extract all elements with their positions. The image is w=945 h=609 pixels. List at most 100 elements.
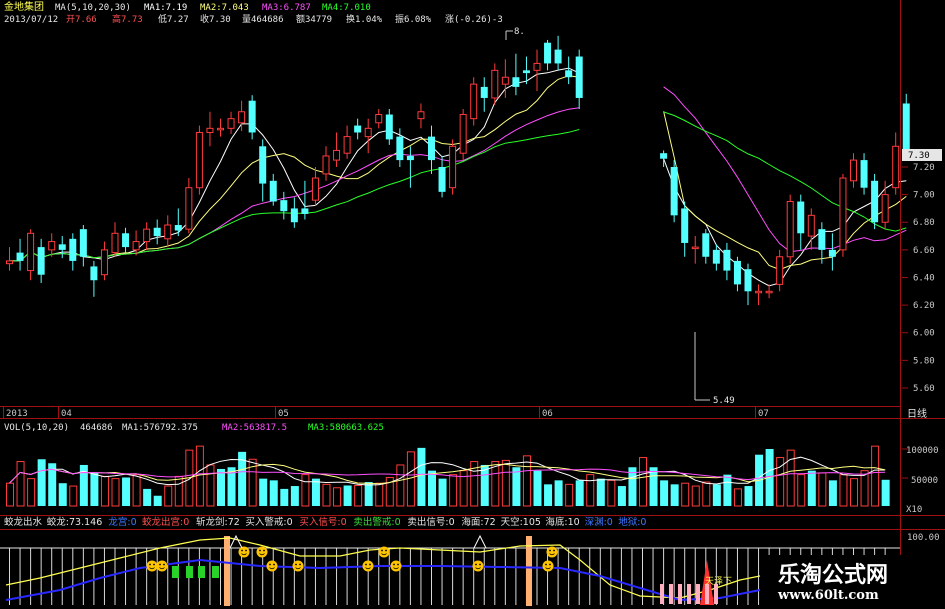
smiley-icon bbox=[362, 560, 374, 572]
volume-bar bbox=[691, 485, 700, 507]
price-axis-label: 7.00 bbox=[913, 191, 935, 201]
vol-ma1: MA1:576792.375 bbox=[122, 423, 198, 433]
smiley-icon bbox=[266, 560, 278, 572]
smiley-icon bbox=[256, 546, 268, 558]
volume-bar bbox=[480, 464, 489, 506]
indicator-header-item: 蛟龙出水 bbox=[4, 516, 43, 528]
max-price-label: 8. bbox=[514, 27, 525, 37]
candle bbox=[343, 125, 351, 159]
candle bbox=[881, 180, 889, 230]
pink-bar bbox=[714, 584, 718, 604]
volume-value: 量464686 bbox=[242, 14, 284, 25]
pink-bar bbox=[687, 584, 691, 604]
ma3-value: MA3:6.787 bbox=[262, 3, 311, 13]
volume-bar bbox=[512, 467, 521, 506]
volume-bar bbox=[586, 474, 595, 507]
candle bbox=[143, 222, 151, 250]
volume-bar bbox=[744, 486, 753, 506]
volume-bar bbox=[660, 480, 669, 506]
volume-bar bbox=[797, 474, 806, 507]
green-block bbox=[212, 566, 219, 578]
volume-bar bbox=[100, 475, 109, 507]
pink-bar bbox=[705, 584, 709, 604]
volume-bar bbox=[364, 482, 373, 506]
smiley-icon bbox=[146, 560, 158, 572]
indicator-header-item: 斩龙剑:72 bbox=[196, 516, 240, 528]
indicator-header-item: 深渊:0 bbox=[585, 517, 613, 528]
volume-bar bbox=[333, 487, 342, 507]
price-axis-label: 6.60 bbox=[913, 246, 935, 256]
volume-bars bbox=[6, 445, 890, 507]
candle bbox=[670, 160, 678, 223]
candle bbox=[185, 178, 193, 234]
volume-bar bbox=[396, 464, 405, 507]
volume-bar bbox=[860, 470, 869, 507]
candle bbox=[850, 153, 857, 188]
volume-bar bbox=[217, 468, 225, 506]
pink-bar bbox=[660, 584, 664, 604]
candle bbox=[765, 284, 773, 299]
volume-bar bbox=[37, 459, 46, 506]
candle bbox=[259, 139, 267, 202]
volume-bar bbox=[607, 479, 616, 507]
ma-line-5 bbox=[9, 67, 907, 287]
vol-current: 464686 bbox=[80, 423, 113, 433]
candle bbox=[565, 56, 573, 85]
candle bbox=[58, 236, 66, 259]
candle bbox=[122, 227, 130, 253]
orange-column bbox=[224, 536, 230, 606]
candle bbox=[364, 118, 372, 154]
volume-bar bbox=[195, 445, 204, 507]
volume-bar bbox=[438, 478, 447, 506]
candle bbox=[132, 230, 140, 256]
price-axis-label: 6.40 bbox=[913, 273, 935, 283]
candle bbox=[449, 139, 457, 195]
candle bbox=[428, 125, 435, 174]
indicator-header-item: 买入警戒:0 bbox=[245, 516, 292, 528]
volume-bar bbox=[164, 485, 173, 507]
volume-bar bbox=[670, 484, 679, 506]
date-label-05: 05 bbox=[278, 409, 289, 419]
candle bbox=[16, 238, 24, 271]
indicator-header-item: 地狱:0 bbox=[618, 516, 646, 528]
volume-bar bbox=[290, 486, 299, 506]
volume-bar bbox=[132, 474, 141, 507]
candle bbox=[512, 53, 520, 96]
smiley-icon bbox=[542, 560, 554, 572]
volume-bar bbox=[554, 480, 563, 506]
volume-bar bbox=[639, 457, 647, 507]
candle bbox=[406, 146, 414, 188]
vol-ma3: MA3:580663.625 bbox=[308, 423, 384, 433]
candle bbox=[354, 118, 362, 140]
date-label-04: 04 bbox=[61, 409, 72, 419]
candle bbox=[776, 249, 784, 292]
smiley-icon bbox=[472, 560, 484, 572]
candle bbox=[480, 77, 488, 112]
smiley-icon bbox=[390, 560, 402, 572]
ma1-value: MA1:7.19 bbox=[144, 3, 187, 13]
candle bbox=[892, 132, 900, 195]
indicator-header-item: 卖出信号:0 bbox=[407, 516, 454, 528]
candle bbox=[111, 222, 119, 257]
candle bbox=[860, 153, 868, 195]
candle bbox=[301, 180, 309, 220]
candle bbox=[206, 111, 214, 147]
smiley-icon bbox=[156, 560, 168, 572]
volume-bar bbox=[702, 481, 711, 507]
date-label-07: 07 bbox=[758, 409, 769, 419]
candle bbox=[818, 222, 826, 264]
date-label-06: 06 bbox=[542, 409, 553, 419]
orange-column bbox=[526, 536, 532, 606]
candle bbox=[333, 132, 341, 167]
volume-bar bbox=[269, 480, 278, 506]
candle bbox=[385, 108, 393, 145]
candle bbox=[554, 35, 562, 71]
date-label-2013: 2013 bbox=[6, 409, 28, 419]
price-axis-label: 6.80 bbox=[913, 218, 935, 228]
green-block bbox=[186, 566, 193, 578]
volume-bar bbox=[153, 495, 162, 506]
amplitude-value: 振6.08% bbox=[395, 13, 432, 25]
ma-lines bbox=[9, 67, 907, 287]
candle bbox=[27, 229, 35, 281]
volume-bar bbox=[596, 478, 605, 506]
